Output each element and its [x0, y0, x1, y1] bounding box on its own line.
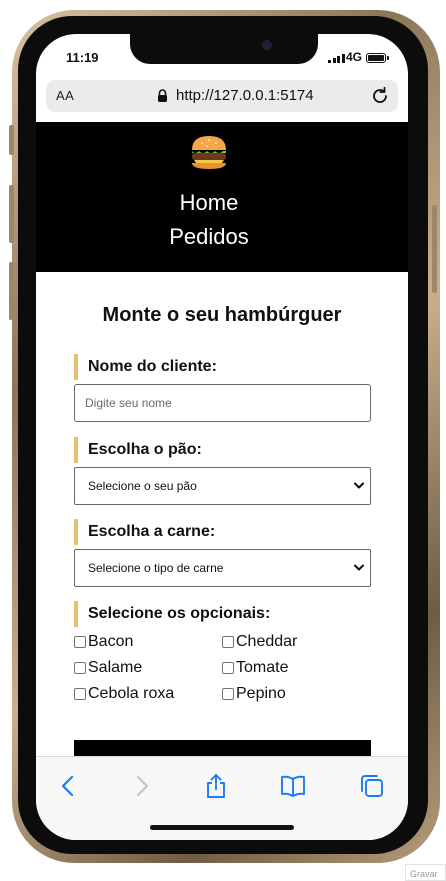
- nav-orders-link[interactable]: Pedidos: [36, 224, 382, 250]
- optional-label: Bacon: [88, 633, 134, 650]
- optional-label: Tomate: [236, 659, 289, 676]
- name-input[interactable]: [74, 384, 371, 422]
- optional-label: Salame: [88, 659, 143, 676]
- tabs-icon[interactable]: [359, 773, 385, 799]
- record-tag[interactable]: Gravar: [405, 864, 446, 881]
- bread-label: Escolha o pão:: [74, 437, 202, 463]
- bookmarks-icon[interactable]: [280, 773, 306, 799]
- battery-icon: [366, 53, 389, 63]
- checkbox[interactable]: [222, 688, 234, 700]
- checkbox[interactable]: [74, 688, 86, 700]
- back-icon[interactable]: [56, 773, 82, 799]
- network-type: 4G: [346, 50, 363, 64]
- camera-icon: [262, 40, 272, 50]
- optional-pepino[interactable]: Pepino: [222, 685, 286, 703]
- optional-salame[interactable]: Salame: [74, 659, 142, 677]
- power-button: [432, 205, 437, 293]
- status-time: 11:19: [66, 50, 99, 65]
- optional-cheddar[interactable]: Cheddar: [222, 633, 297, 651]
- volume-down-button: [9, 262, 14, 320]
- volume-up-button: [9, 185, 14, 243]
- bread-select[interactable]: Selecione o seu pão: [74, 467, 371, 505]
- name-label: Nome do cliente:: [74, 354, 217, 380]
- chevron-down-icon: [354, 482, 364, 489]
- url-text[interactable]: http://127.0.0.1:5174: [176, 87, 314, 104]
- address-bar[interactable]: AA http://127.0.0.1:5174: [46, 80, 398, 112]
- home-indicator[interactable]: [150, 825, 294, 830]
- chevron-down-icon: [354, 564, 364, 571]
- checkbox[interactable]: [74, 636, 86, 648]
- forward-icon[interactable]: [128, 773, 154, 799]
- share-icon[interactable]: [203, 773, 229, 799]
- optional-bacon[interactable]: Bacon: [74, 633, 133, 651]
- optional-label: Cheddar: [236, 633, 298, 650]
- optional-tomate[interactable]: Tomate: [222, 659, 288, 677]
- notch: [130, 34, 318, 64]
- bread-select-value: Selecione o seu pão: [88, 479, 197, 493]
- burger-logo-icon[interactable]: [189, 132, 229, 172]
- phone-screen: 11:19 4G AA http://127.0.0.1:5174 Home P…: [36, 34, 408, 840]
- site-header: Home Pedidos: [36, 122, 408, 272]
- optional-cebola-roxa[interactable]: Cebola roxa: [74, 685, 174, 703]
- reload-icon[interactable]: [370, 86, 390, 106]
- signal-icon: [328, 54, 345, 63]
- optionals-label: Selecione os opcionais:: [74, 601, 270, 627]
- optional-label: Cebola roxa: [88, 685, 175, 702]
- checkbox[interactable]: [222, 636, 234, 648]
- optional-label: Pepino: [236, 685, 286, 702]
- form-title: Monte o seu hambúrguer: [102, 304, 342, 326]
- lock-icon: [158, 89, 167, 102]
- checkbox[interactable]: [74, 662, 86, 674]
- mute-switch: [9, 125, 14, 155]
- text-size-button[interactable]: AA: [56, 88, 74, 103]
- meat-label: Escolha a carne:: [74, 519, 215, 545]
- checkbox[interactable]: [222, 662, 234, 674]
- safari-toolbar: [36, 756, 408, 840]
- meat-select[interactable]: Selecione o tipo de carne: [74, 549, 371, 587]
- nav-home-link[interactable]: Home: [36, 190, 382, 216]
- meat-select-value: Selecione o tipo de carne: [88, 561, 224, 575]
- status-bar: 11:19 4G: [36, 34, 408, 80]
